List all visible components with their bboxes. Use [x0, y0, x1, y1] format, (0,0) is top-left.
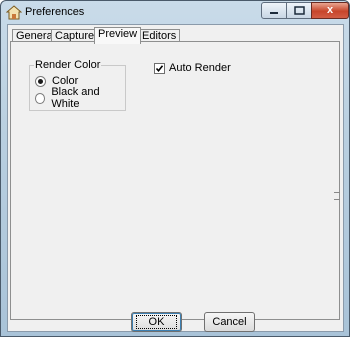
checkmark-icon — [155, 64, 164, 72]
window-title: Preferences — [25, 6, 85, 18]
cancel-button[interactable]: Cancel — [204, 312, 255, 332]
close-icon: x — [326, 4, 334, 16]
preferences-window: Preferences x General Capture Preview Ed… — [0, 0, 350, 337]
ok-button-label: OK — [135, 315, 178, 329]
title-bar[interactable]: Preferences x — [1, 1, 349, 23]
house-icon — [6, 5, 22, 20]
cancel-button-label: Cancel — [212, 316, 247, 328]
render-color-group: Render Color Color Black and White — [29, 59, 126, 111]
radio-button-selected[interactable] — [35, 75, 46, 87]
ok-button[interactable]: OK — [131, 312, 182, 332]
auto-render-label: Auto Render — [169, 62, 231, 74]
maximize-icon — [294, 6, 305, 15]
minimize-button[interactable] — [261, 2, 287, 19]
close-button[interactable]: x — [311, 2, 349, 19]
minimize-icon — [270, 12, 278, 14]
render-color-group-label: Render Color — [34, 59, 102, 71]
preview-tab-panel: Render Color Color Black and White Auto … — [10, 41, 340, 320]
radio-black-and-white[interactable]: Black and White — [35, 86, 125, 110]
auto-render-checkbox-row[interactable]: Auto Render — [154, 62, 231, 74]
scroll-grip-icon[interactable] — [334, 192, 340, 200]
tab-preview[interactable]: Preview — [94, 27, 142, 44]
vertical-scrollbar[interactable] — [334, 42, 340, 319]
auto-render-checkbox[interactable] — [154, 62, 165, 74]
radio-button[interactable] — [35, 92, 46, 104]
maximize-button[interactable] — [286, 2, 312, 19]
dialog-client-area: General Capture Preview Editors Render C… — [7, 24, 344, 332]
radio-black-and-white-label: Black and White — [51, 86, 100, 110]
